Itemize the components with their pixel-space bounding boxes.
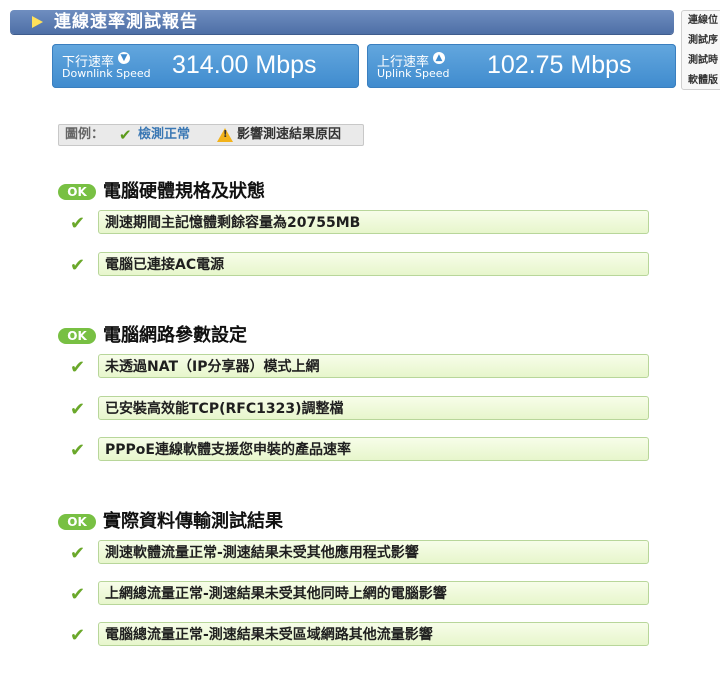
check-icon: ✔ <box>70 399 86 420</box>
list-item-text: 已安裝高效能TCP(RFC1323)調整檔 <box>98 396 649 420</box>
section-title: 電腦網路參數設定 <box>103 325 247 346</box>
list-item: ✔ 測速軟體流量正常-測速結果未受其他應用程式影響 <box>70 540 651 566</box>
check-icon: ✔ <box>70 357 86 378</box>
list-item-text: 未透過NAT（IP分享器）模式上網 <box>98 354 649 378</box>
list-item: ✔ 測速期間主記憶體剩餘容量為20755MB <box>70 210 651 236</box>
info-panel: 連線位 測試序 測試時 軟體版 <box>681 10 720 90</box>
check-icon: ✔ <box>119 126 132 144</box>
list-item: ✔ PPPoE連線軟體支援您申裝的產品速率 <box>70 437 651 463</box>
info-item-version: 軟體版 <box>688 75 718 86</box>
list-item-text: 電腦總流量正常-測速結果未受區域網路其他流量影響 <box>98 622 649 646</box>
section-title: 實際資料傳輸測試結果 <box>103 511 283 532</box>
list-item-text: 測速軟體流量正常-測速結果未受其他應用程式影響 <box>98 540 649 564</box>
info-item-location: 連線位 <box>688 15 718 26</box>
uplink-speed-value: 102.75 Mbps <box>487 51 632 79</box>
play-arrow-icon <box>32 16 43 28</box>
check-icon: ✔ <box>70 543 86 564</box>
info-item-serial: 測試序 <box>688 35 718 46</box>
check-icon: ✔ <box>70 440 86 461</box>
legend-ok-text: 檢測正常 <box>138 127 191 142</box>
list-item-text: 測速期間主記憶體剩餘容量為20755MB <box>98 210 649 234</box>
downlink-label-en: Downlink Speed <box>62 67 151 80</box>
uplink-speed-box: 上行速率 ▲ Uplink Speed 102.75 Mbps <box>367 44 676 88</box>
list-item-text: 電腦已連接AC電源 <box>98 252 649 276</box>
uplink-label-en: Uplink Speed <box>377 67 450 80</box>
legend: 圖例： ✔ 檢測正常 ! 影響測速結果原因 <box>58 124 364 146</box>
report-title: 連線速率測試報告 <box>54 12 198 32</box>
chevron-down-icon: ▼ <box>118 52 130 64</box>
list-item-text: 上網總流量正常-測速結果未受其他同時上網的電腦影響 <box>98 581 649 605</box>
warning-icon-mark: ! <box>223 129 228 140</box>
info-item-time: 測試時 <box>688 55 718 66</box>
downlink-speed-box: 下行速率 ▼ Downlink Speed 314.00 Mbps <box>52 44 359 88</box>
list-item: ✔ 未透過NAT（IP分享器）模式上網 <box>70 354 651 380</box>
list-item-text: PPPoE連線軟體支援您申裝的產品速率 <box>98 437 649 461</box>
list-item: ✔ 上網總流量正常-測速結果未受其他同時上網的電腦影響 <box>70 581 651 607</box>
check-icon: ✔ <box>70 213 86 234</box>
check-icon: ✔ <box>70 255 86 276</box>
check-icon: ✔ <box>70 625 86 646</box>
downlink-speed-value: 314.00 Mbps <box>172 51 317 79</box>
legend-warn-text: 影響測速結果原因 <box>237 127 342 142</box>
ok-badge: OK <box>58 328 96 344</box>
ok-badge: OK <box>58 184 96 200</box>
list-item: ✔ 電腦總流量正常-測速結果未受區域網路其他流量影響 <box>70 622 651 648</box>
report-title-bar: 連線速率測試報告 <box>10 10 674 34</box>
section-title: 電腦硬體規格及狀態 <box>103 181 265 202</box>
chevron-up-icon: ▲ <box>433 52 445 64</box>
check-icon: ✔ <box>70 584 86 605</box>
list-item: ✔ 電腦已連接AC電源 <box>70 252 651 278</box>
ok-badge: OK <box>58 514 96 530</box>
list-item: ✔ 已安裝高效能TCP(RFC1323)調整檔 <box>70 396 651 422</box>
legend-label: 圖例： <box>65 127 105 142</box>
